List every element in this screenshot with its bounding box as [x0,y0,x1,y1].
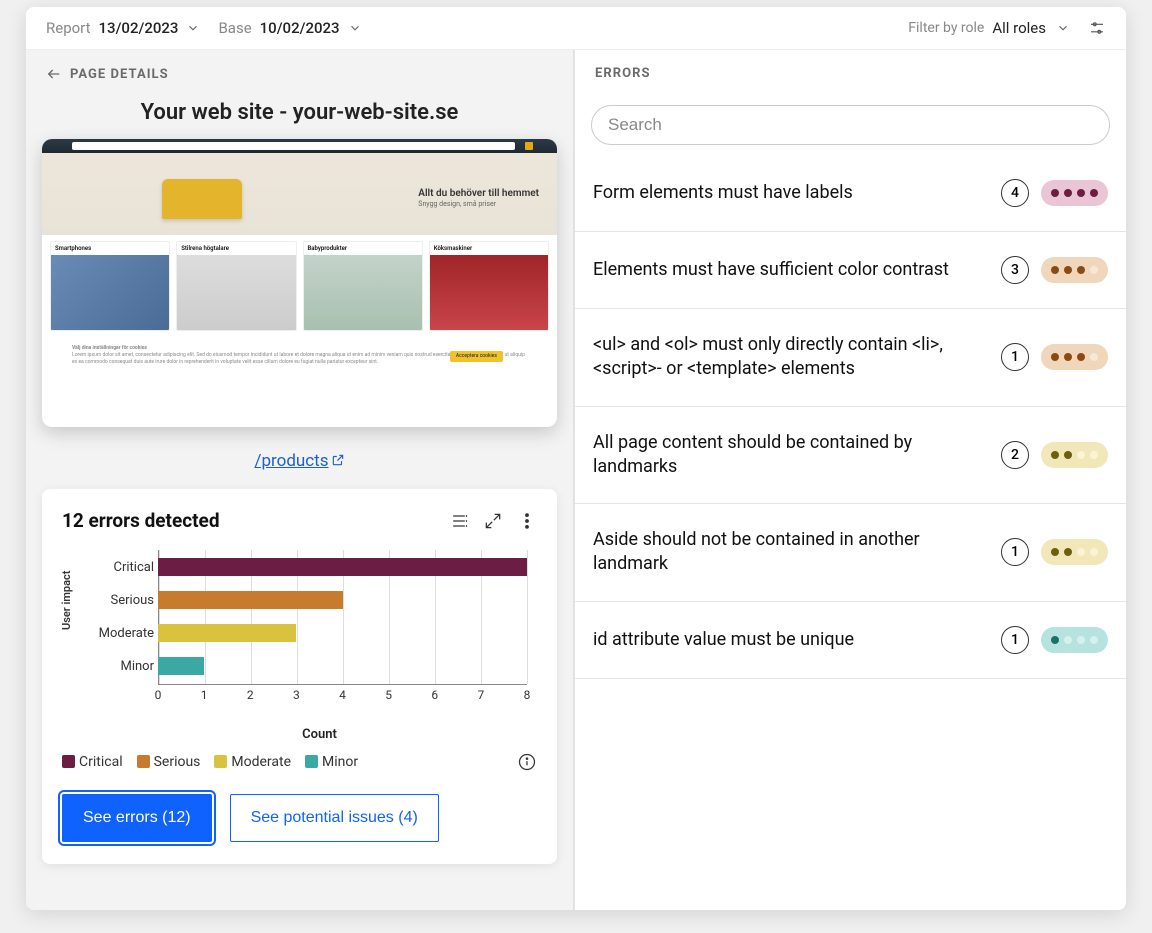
error-row[interactable]: <ul> and <ol> must only directly contain… [575,309,1126,407]
errors-title: ERRORS [595,66,651,81]
error-count-badge: 3 [1001,256,1029,284]
chart-category-label: Moderate [84,626,154,641]
page-screenshot[interactable]: Allt du behöver till hemmet Snygg design… [42,139,557,427]
chevron-down-icon [348,21,362,35]
error-row[interactable]: Elements must have sufficient color cont… [575,232,1126,309]
base-label: Base [218,19,251,37]
error-title: Elements must have sufficient color cont… [593,258,989,282]
chart-y-axis-label: User impact [60,571,73,630]
severity-indicator [1041,257,1108,283]
error-title: <ul> and <ol> must only directly contain… [593,333,989,382]
page-url-link[interactable]: /products [254,451,344,471]
chevron-down-icon [186,21,200,35]
errors-summary-card: 12 errors detected User impact [42,489,557,864]
error-row[interactable]: All page content should be contained by … [575,407,1126,505]
chart-legend: Critical Serious Moderate Minor [62,752,537,772]
legend-item: Serious [137,754,201,770]
chevron-down-icon [1056,21,1070,35]
errors-header: ERRORS [575,50,1126,91]
error-count-badge: 1 [1001,343,1029,371]
filter-role-label: Filter by role [908,20,984,36]
see-potential-issues-button[interactable]: See potential issues (4) [230,794,439,842]
impact-chart: User impact Critical Serious Moderate Minor… [62,546,537,721]
page-details-title: PAGE DETAILS [70,67,169,82]
base-value: 10/02/2023 [260,19,340,37]
error-count-badge: 1 [1001,538,1029,566]
chart-x-axis-label: Count [102,727,537,742]
chart-category-label: Serious [84,593,154,608]
severity-indicator [1041,539,1108,565]
error-row[interactable]: Aside should not be contained in another… [575,504,1126,602]
page-details-header: PAGE DETAILS [26,50,573,92]
see-errors-button[interactable]: See errors (12) [62,794,212,842]
error-count-badge: 1 [1001,626,1029,654]
report-value: 13/02/2023 [99,19,179,37]
report-label: Report [46,19,91,37]
external-link-icon [331,453,345,467]
error-count-badge: 4 [1001,179,1029,207]
page-title: Your web site - your-web-site.se [42,100,557,125]
error-title: Form elements must have labels [593,181,989,205]
error-title: id attribute value must be unique [593,628,989,652]
more-icon[interactable] [517,511,537,531]
chart-category-label: Critical [84,560,154,575]
severity-indicator [1041,344,1108,370]
back-arrow-icon[interactable] [46,66,62,82]
error-row[interactable]: id attribute value must be unique 1 [575,602,1126,679]
role-select[interactable]: All roles [992,19,1070,37]
legend-item: Minor [305,754,358,770]
search-input[interactable] [591,105,1110,145]
severity-indicator [1041,627,1108,653]
chart-bar [158,657,204,675]
chart-bar [158,591,343,609]
error-title: All page content should be contained by … [593,431,989,480]
role-value: All roles [992,19,1046,37]
error-row[interactable]: Form elements must have labels 4 [575,155,1126,232]
chart-bar [158,558,527,576]
info-icon[interactable] [517,752,537,772]
list-view-icon[interactable] [449,511,469,531]
report-date-select[interactable]: Report 13/02/2023 [46,19,200,37]
settings-icon[interactable] [1088,19,1106,37]
chart-bar [158,624,296,642]
error-count-badge: 2 [1001,441,1029,469]
error-title: Aside should not be contained in another… [593,528,989,577]
legend-item: Moderate [214,754,291,770]
severity-indicator [1041,442,1108,468]
legend-item: Critical [62,754,123,770]
errors-card-title: 12 errors detected [62,509,435,532]
base-date-select[interactable]: Base 10/02/2023 [218,19,361,37]
expand-icon[interactable] [483,511,503,531]
filter-bar: Report 13/02/2023 Base 10/02/2023 Filter… [26,7,1126,50]
severity-indicator [1041,180,1108,206]
chart-category-label: Minor [84,659,154,674]
